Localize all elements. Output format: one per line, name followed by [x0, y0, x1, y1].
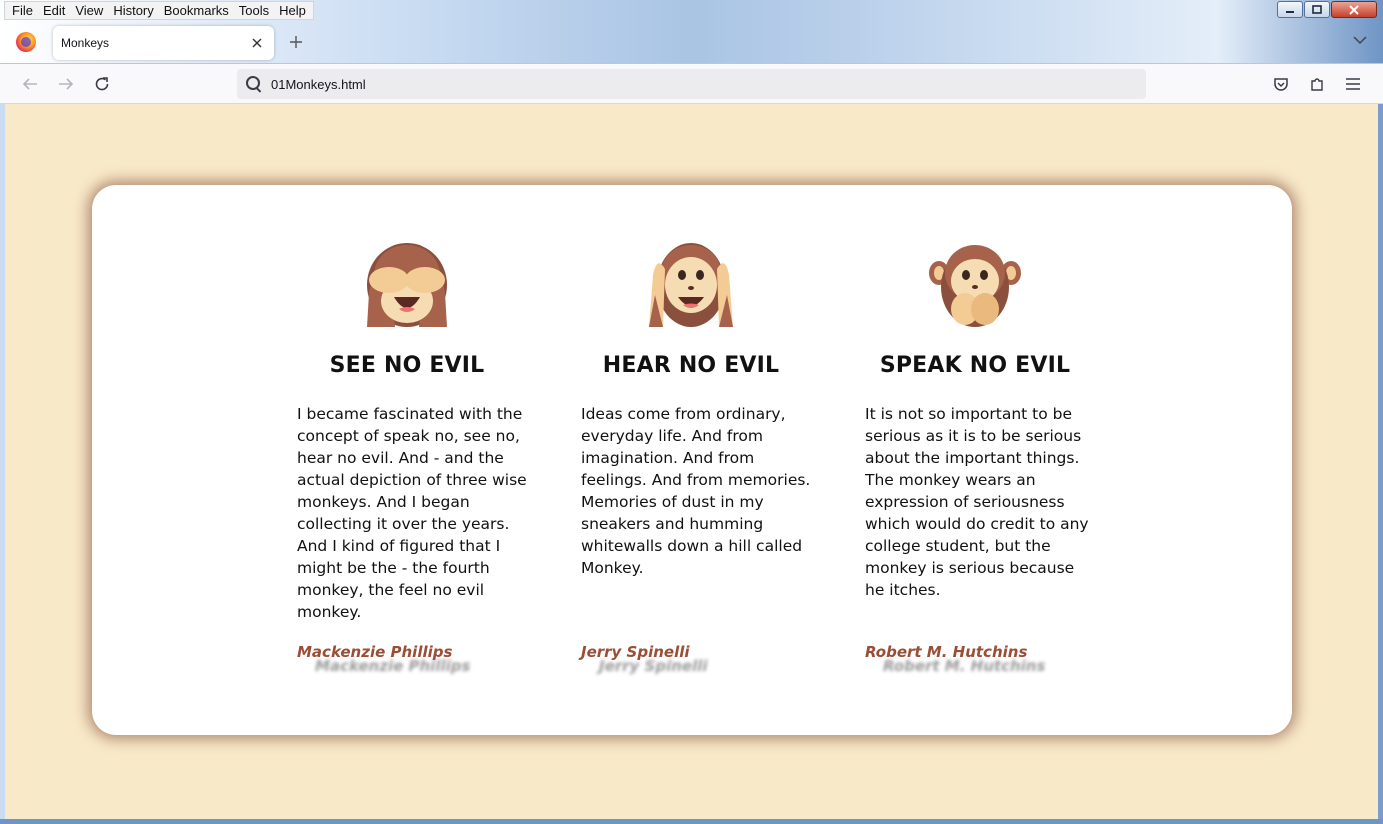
monkeys-card: SEE NO EVIL I became fascinated with the…: [92, 185, 1292, 735]
monkey-quote: It is not so important to be serious as …: [865, 405, 1089, 599]
puzzle-piece-icon: [1311, 78, 1323, 91]
forward-arrow-icon: [59, 78, 74, 90]
monkey-author: Mackenzie Phillips: [297, 643, 453, 661]
list-all-tabs-button[interactable]: [1353, 33, 1367, 49]
menu-edit[interactable]: Edit: [38, 2, 70, 19]
menu-file[interactable]: File: [7, 2, 38, 19]
speak-no-evil-monkey-icon: [929, 245, 1021, 327]
minimize-button[interactable]: [1277, 1, 1303, 18]
menu-bookmarks[interactable]: Bookmarks: [159, 2, 234, 19]
hear-no-evil-monkey-icon: [649, 243, 733, 327]
window-titlebar: File Edit View History Bookmarks Tools H…: [0, 0, 1383, 64]
forward-button[interactable]: [55, 73, 77, 95]
tab-title: Monkeys: [61, 36, 110, 50]
hamburger-menu-icon: [1346, 78, 1360, 90]
pocket-icon: [1274, 78, 1288, 91]
menu-history[interactable]: History: [108, 2, 158, 19]
close-window-button[interactable]: [1331, 1, 1377, 18]
window-border-right: [1378, 104, 1383, 824]
menu-help[interactable]: Help: [274, 2, 311, 19]
page-viewport: SEE NO EVIL I became fascinated with the…: [5, 105, 1378, 819]
new-tab-button[interactable]: [284, 30, 308, 54]
minimize-icon: [1286, 10, 1294, 13]
maximize-button[interactable]: [1304, 1, 1330, 18]
window-border-bottom: [0, 819, 1383, 824]
monkey-title: SPEAK NO EVIL: [879, 353, 1071, 378]
back-arrow-icon: [22, 78, 37, 90]
monkey-quote: Ideas come from ordinary, everyday life.…: [581, 405, 811, 577]
see-no-evil-monkey-icon: [367, 243, 447, 327]
firefox-logo-icon[interactable]: [16, 32, 36, 52]
chevron-down-icon: [1353, 36, 1367, 45]
monkey-title: SEE NO EVIL: [329, 353, 485, 378]
search-icon: [246, 76, 262, 92]
plus-icon: [290, 36, 302, 48]
menu-bar: File Edit View History Bookmarks Tools H…: [4, 1, 314, 20]
back-button[interactable]: [19, 73, 41, 95]
monkey-author: Jerry Spinelli: [581, 643, 690, 661]
reload-icon: [95, 77, 109, 91]
close-icon: [252, 38, 262, 48]
reload-button[interactable]: [91, 73, 113, 95]
pocket-button[interactable]: [1270, 73, 1292, 95]
url-text[interactable]: 01Monkeys.html: [271, 77, 366, 92]
window-controls: [1276, 1, 1377, 18]
close-icon: [1349, 4, 1359, 15]
app-menu-button[interactable]: [1342, 73, 1364, 95]
menu-tools[interactable]: Tools: [234, 2, 274, 19]
monkey-author: Robert M. Hutchins: [865, 643, 1028, 661]
tab-close-button[interactable]: [246, 32, 268, 54]
navigation-toolbar: 01Monkeys.html: [0, 64, 1383, 104]
maximize-icon: [1312, 4, 1322, 14]
monkey-quote: I became fascinated with the concept of …: [297, 405, 527, 621]
extensions-button[interactable]: [1306, 73, 1328, 95]
tab-monkeys[interactable]: Monkeys: [53, 26, 274, 60]
menu-view[interactable]: View: [70, 2, 108, 19]
monkey-title: HEAR NO EVIL: [602, 353, 780, 378]
address-bar[interactable]: 01Monkeys.html: [237, 69, 1146, 99]
